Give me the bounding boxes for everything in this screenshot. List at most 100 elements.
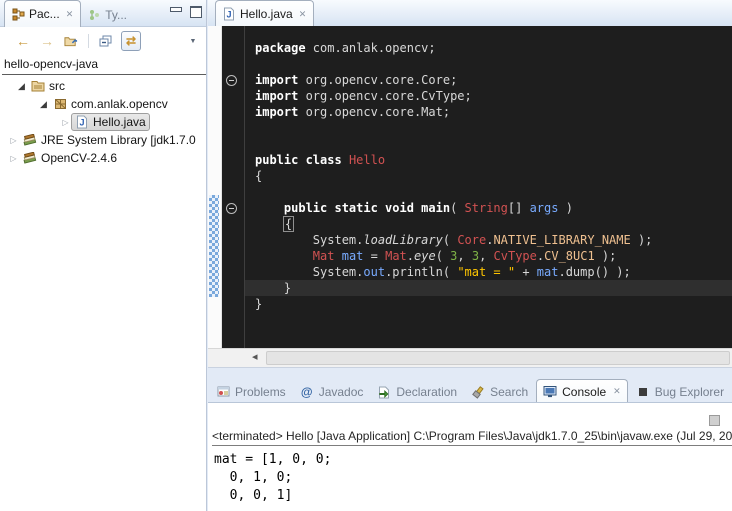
tree-item-src[interactable]: ◢src [0, 77, 206, 95]
code-token: String [465, 201, 508, 215]
code-line[interactable]: public static void main( String[] args ) [255, 200, 732, 216]
code-token: CvType [494, 249, 537, 263]
console-tab-bug-explorer[interactable]: Bug Explorer [630, 382, 730, 402]
collapse-all-button[interactable] [97, 32, 115, 50]
code-line[interactable] [255, 56, 732, 72]
close-icon[interactable]: ✕ [299, 9, 307, 20]
code-token: } [255, 281, 291, 295]
scrollbar-thumb[interactable] [266, 351, 730, 365]
code-line[interactable]: public class Hello [255, 152, 732, 168]
console-tab-declaration[interactable]: Declaration [371, 382, 463, 402]
fold-gutter[interactable] [222, 26, 245, 350]
code-token: Mat [385, 249, 407, 263]
code-token: ); [595, 249, 617, 263]
code-line[interactable] [255, 120, 732, 136]
tree-item-com-anlak-opencv[interactable]: ◢com.anlak.opencv [0, 95, 206, 113]
code-line[interactable] [255, 136, 732, 152]
forward-button[interactable]: → [38, 32, 56, 50]
code-token: "mat = " [457, 265, 515, 279]
link-editor-icon: ⇄ [124, 34, 138, 48]
tab-label: Declaration [396, 385, 457, 399]
tree-item-label-wrap: src [27, 77, 69, 95]
tab-type-hierarchy[interactable]: Ty... [81, 4, 134, 26]
code-token: System. [255, 265, 363, 279]
code-line[interactable]: import org.opencv.core.Core; [255, 72, 732, 88]
code-token: { [283, 216, 294, 232]
collapse-arrow-icon[interactable]: ◢ [16, 81, 27, 92]
code-token: . [407, 249, 414, 263]
tab-label: Search [490, 385, 528, 399]
code-token: 3 [472, 249, 479, 263]
code-line[interactable]: System.out.println( "mat = " + mat.dump(… [255, 264, 732, 280]
code-token: .dump() ); [558, 265, 630, 279]
package-explorer-view: Pac... ✕ Ty... ←→⇄▼ hello-opencv-java ◢s… [0, 0, 207, 511]
code-token: CV_8UC1 [544, 249, 595, 263]
editor-body: package com.anlak.opencv; import org.ope… [208, 26, 732, 350]
editor-hscrollbar[interactable]: ◂ [208, 348, 732, 368]
code-token: ); [631, 233, 653, 247]
collapse-arrow-icon[interactable]: ◢ [38, 99, 49, 110]
code-token: mat [342, 249, 364, 263]
up-button[interactable] [62, 32, 80, 50]
terminate-button[interactable] [709, 415, 720, 426]
project-label[interactable]: hello-opencv-java [2, 56, 206, 75]
code-line[interactable]: package com.anlak.opencv; [255, 40, 732, 56]
code-token [255, 217, 284, 231]
tree-item-label-wrap: OpenCV-2.4.6 [19, 149, 121, 167]
tab-hello-java[interactable]: J Hello.java ✕ [215, 0, 314, 27]
expand-arrow-icon[interactable]: ▷ [8, 136, 19, 145]
view-menu-button[interactable]: ▼ [184, 32, 202, 50]
code-line[interactable]: import org.opencv.core.CvType; [255, 88, 732, 104]
toolbar-separator [88, 34, 89, 48]
minimize-button[interactable] [170, 7, 182, 12]
view-menu-icon: ▼ [186, 34, 200, 48]
tab-package-explorer[interactable]: Pac... ✕ [4, 0, 81, 27]
code-line-current[interactable]: } [245, 280, 732, 296]
tree-item-label-wrap: com.anlak.opencv [49, 95, 172, 113]
link-with-editor-button[interactable]: ⇄ [121, 31, 141, 51]
code-token: ( [436, 249, 450, 263]
code-line[interactable] [255, 184, 732, 200]
code-token: package [255, 41, 306, 55]
close-icon[interactable]: ✕ [613, 386, 621, 397]
fold-collapse-icon[interactable] [226, 203, 237, 214]
tree-item-label: OpenCV-2.4.6 [41, 151, 117, 165]
tree-item-jre-system-library-jdk1-7-0[interactable]: ▷JRE System Library [jdk1.7.0 [0, 131, 206, 149]
tree-item-opencv-2-4-6[interactable]: ▷ OpenCV-2.4.6 [0, 149, 206, 167]
code-line[interactable]: } [255, 296, 732, 312]
expand-arrow-icon[interactable]: ▷ [60, 118, 71, 127]
expand-arrow-icon[interactable]: ▷ [8, 154, 19, 163]
back-button[interactable]: ← [14, 32, 32, 50]
console-output[interactable]: mat = [1, 0, 0; 0, 1, 0; 0, 0, 1] [214, 451, 732, 505]
console-tab-javadoc[interactable]: @Javadoc [294, 382, 370, 402]
console-tab-search[interactable]: Search [465, 382, 534, 402]
code-token: , [479, 249, 493, 263]
annotation-ruler[interactable] [208, 26, 222, 350]
maximize-button[interactable] [190, 6, 202, 18]
code-line[interactable]: { [255, 216, 732, 232]
tree-item-hello-java[interactable]: ▷JHello.java [0, 113, 206, 131]
close-icon[interactable]: ✕ [66, 9, 74, 20]
console-tab-console[interactable]: Console✕ [536, 379, 628, 402]
code-token: import [255, 105, 298, 119]
code-token: = [363, 249, 385, 263]
console-icon [543, 385, 557, 399]
code-token: ) [558, 201, 572, 215]
package-explorer-icon [11, 7, 25, 21]
code-token: eye [414, 249, 436, 263]
fold-collapse-icon[interactable] [226, 75, 237, 86]
code-area[interactable]: package com.anlak.opencv; import org.ope… [245, 26, 732, 350]
console-status: <terminated> Hello [Java Application] C:… [212, 429, 732, 446]
code-line[interactable]: import org.opencv.core.Mat; [255, 104, 732, 120]
tab-label: Pac... [29, 7, 60, 21]
scroll-left-icon[interactable]: ◂ [252, 350, 258, 363]
library-icon [23, 133, 37, 147]
console-tab-problems[interactable]: Problems [210, 382, 292, 402]
code-token [255, 201, 284, 215]
code-token: Hello [349, 153, 385, 167]
code-token: org.opencv.core.Core; [298, 73, 457, 87]
code-line[interactable]: System.loadLibrary( Core.NATIVE_LIBRARY_… [255, 232, 732, 248]
code-line[interactable]: { [255, 168, 732, 184]
code-token: mat [537, 265, 559, 279]
code-line[interactable]: Mat mat = Mat.eye( 3, 3, CvType.CV_8UC1 … [255, 248, 732, 264]
